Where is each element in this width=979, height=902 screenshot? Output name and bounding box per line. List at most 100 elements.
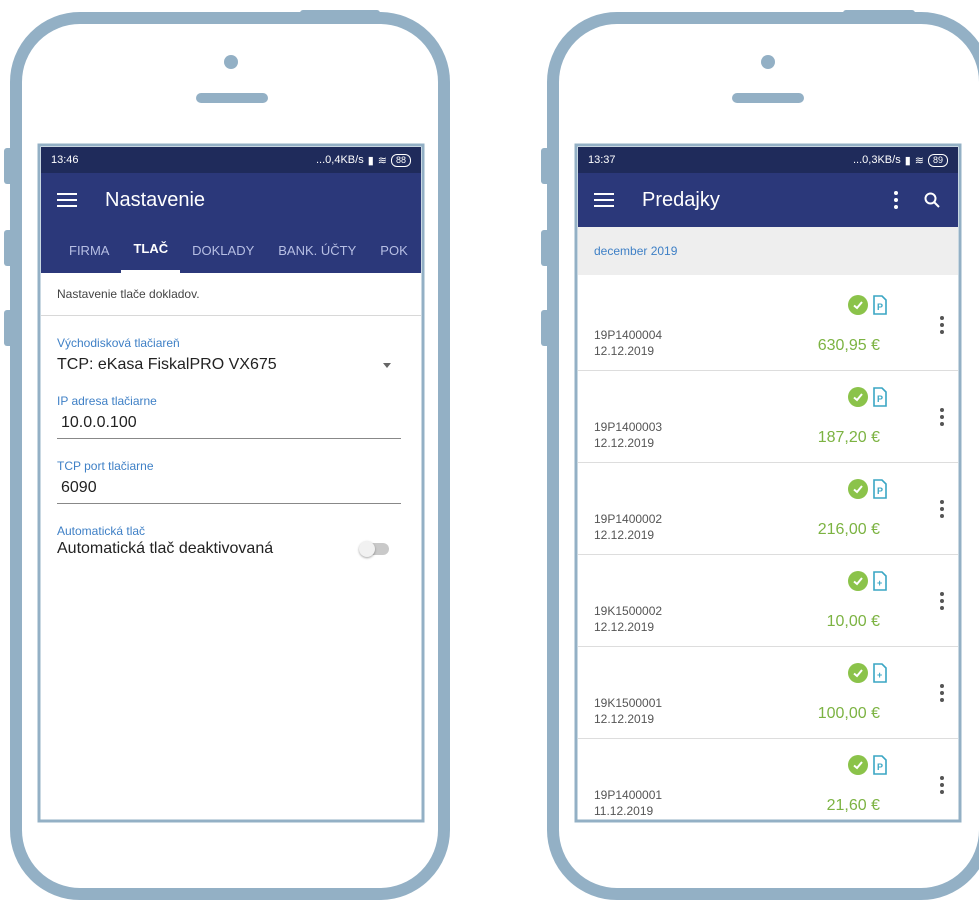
battery-icon: 88 bbox=[390, 153, 411, 167]
signal-icon: ▮ bbox=[367, 154, 374, 167]
ip-label: IP adresa tlačiarne bbox=[57, 394, 157, 408]
printer-label: Východisková tlačiareň bbox=[57, 336, 180, 350]
sale-row[interactable]: + 19K1500001 12.12.2019 100,00 € bbox=[578, 647, 958, 739]
auto-print-field: Automatická tlač Automatická tlač deakti… bbox=[41, 524, 421, 558]
sale-amount: 187,20 € bbox=[817, 429, 880, 446]
port-label: TCP port tlačiarne bbox=[57, 459, 154, 473]
app-bar: Nastavenie bbox=[41, 173, 421, 227]
battery-icon: 89 bbox=[927, 153, 948, 167]
svg-text:P: P bbox=[877, 394, 883, 404]
status-bar: 13:37 ...0,3KB/s ▮ ≋ 89 bbox=[578, 147, 958, 173]
sale-number: 19P1400002 bbox=[594, 512, 663, 526]
sale-number: 19P1400001 bbox=[594, 788, 663, 802]
status-indicators: ...0,4KB/s ▮ ≋ 88 bbox=[316, 153, 411, 167]
document-p-icon: P bbox=[873, 295, 887, 315]
hamburger-menu-icon[interactable] bbox=[594, 193, 614, 207]
sale-date: 12.12.2019 bbox=[594, 436, 655, 450]
sale-status-icons: + bbox=[848, 571, 888, 591]
document-add-icon: + bbox=[873, 571, 887, 591]
document-add-icon: + bbox=[873, 663, 887, 683]
sale-date: 12.12.2019 bbox=[594, 620, 655, 634]
more-options-icon[interactable] bbox=[940, 408, 944, 426]
sale-number: 19K1500001 bbox=[594, 696, 663, 710]
auto-print-toggle[interactable] bbox=[359, 541, 389, 557]
page-title: Predajky bbox=[642, 188, 720, 211]
status-time: 13:46 bbox=[51, 154, 79, 166]
more-options-icon[interactable] bbox=[940, 776, 944, 794]
screen-right: 13:37 ...0,3KB/s ▮ ≋ 89 Predajky decembe… bbox=[578, 147, 958, 819]
status-bar: 13:46 ...0,4KB/s ▮ ≋ 88 bbox=[41, 147, 421, 173]
sale-amount: 630,95 € bbox=[817, 337, 880, 354]
sale-number: 19P1400004 bbox=[594, 328, 663, 342]
more-options-icon[interactable] bbox=[940, 684, 944, 702]
printer-field: Východisková tlačiareň TCP: eKasa Fiskal… bbox=[41, 336, 421, 374]
more-options-icon[interactable] bbox=[940, 500, 944, 518]
sale-row[interactable]: + 19K1500002 12.12.2019 10,00 € bbox=[578, 555, 958, 647]
port-underline bbox=[57, 503, 401, 504]
auto-print-value: Automatická tlač deaktivovaná bbox=[57, 540, 274, 557]
more-options-icon[interactable] bbox=[940, 316, 944, 334]
svg-text:P: P bbox=[877, 762, 883, 772]
ip-underline bbox=[57, 438, 401, 439]
phone-right: 13:37 ...0,3KB/s ▮ ≋ 89 Predajky decembe… bbox=[537, 0, 979, 902]
auto-print-row: Automatická tlač deaktivovaná bbox=[57, 540, 405, 558]
wifi-icon: ≋ bbox=[914, 154, 924, 167]
tab-pok[interactable]: POK bbox=[368, 227, 419, 273]
sale-amount: 100,00 € bbox=[817, 705, 880, 722]
document-p-icon: P bbox=[873, 479, 887, 499]
tab-doklady[interactable]: DOKLADY bbox=[180, 227, 266, 273]
tab-bank-ucty[interactable]: BANK. ÚČTY bbox=[266, 227, 368, 273]
svg-text:P: P bbox=[877, 302, 883, 312]
sale-date: 12.12.2019 bbox=[594, 344, 655, 358]
sale-date: 12.12.2019 bbox=[594, 712, 655, 726]
network-speed: ...0,3KB/s bbox=[853, 154, 901, 166]
overflow-menu-icon[interactable] bbox=[886, 190, 906, 210]
sales-list: P 19P1400004 12.12.2019 630,95 € P 19P14… bbox=[578, 279, 958, 819]
sale-status-icons: P bbox=[848, 755, 888, 775]
phone-left: 13:46 ...0,4KB/s ▮ ≋ 88 Nastavenie FIRMA… bbox=[0, 0, 460, 902]
sale-status-icons: + bbox=[848, 663, 888, 683]
status-indicators: ...0,3KB/s ▮ ≋ 89 bbox=[853, 153, 948, 167]
app-bar: Predajky bbox=[578, 173, 958, 227]
sale-status-icons: P bbox=[848, 387, 888, 407]
svg-text:+: + bbox=[877, 578, 882, 588]
sale-row[interactable]: P 19P1400002 12.12.2019 216,00 € bbox=[578, 463, 958, 555]
sale-row[interactable]: P 19P1400001 11.12.2019 21,60 € bbox=[578, 739, 958, 819]
document-p-icon: P bbox=[873, 387, 887, 407]
search-icon[interactable] bbox=[922, 190, 942, 210]
check-icon bbox=[848, 295, 868, 315]
month-header: december 2019 bbox=[578, 227, 958, 275]
check-icon bbox=[848, 387, 868, 407]
sale-date: 11.12.2019 bbox=[594, 804, 654, 818]
sale-number: 19K1500002 bbox=[594, 604, 663, 618]
sale-row[interactable]: P 19P1400004 12.12.2019 630,95 € bbox=[578, 279, 958, 371]
tab-firma[interactable]: FIRMA bbox=[57, 227, 121, 273]
dropdown-arrow-icon bbox=[383, 362, 391, 368]
port-input[interactable]: 6090 bbox=[57, 479, 405, 497]
auto-print-label: Automatická tlač bbox=[57, 524, 146, 538]
network-speed: ...0,4KB/s bbox=[316, 154, 364, 166]
tab-bar: FIRMA TLAČ DOKLADY BANK. ÚČTY POK bbox=[41, 227, 421, 273]
status-time: 13:37 bbox=[588, 154, 616, 166]
svg-text:P: P bbox=[877, 486, 883, 496]
check-icon bbox=[848, 571, 868, 591]
more-options-icon[interactable] bbox=[940, 592, 944, 610]
check-icon bbox=[848, 755, 868, 775]
ip-field: IP adresa tlačiarne 10.0.0.100 bbox=[41, 394, 421, 439]
hamburger-menu-icon[interactable] bbox=[57, 193, 77, 207]
sale-amount: 216,00 € bbox=[817, 521, 880, 538]
port-field: TCP port tlačiarne 6090 bbox=[41, 459, 421, 504]
tab-tlac[interactable]: TLAČ bbox=[121, 227, 181, 273]
sale-number: 19P1400003 bbox=[594, 420, 663, 434]
ip-input[interactable]: 10.0.0.100 bbox=[57, 414, 405, 432]
printer-select[interactable]: TCP: eKasa FiskalPRO VX675 bbox=[57, 356, 405, 374]
sale-row[interactable]: P 19P1400003 12.12.2019 187,20 € bbox=[578, 371, 958, 463]
section-description: Nastavenie tlače dokladov. bbox=[41, 273, 421, 316]
svg-text:+: + bbox=[877, 670, 882, 680]
sale-amount: 21,60 € bbox=[826, 797, 880, 814]
sale-status-icons: P bbox=[848, 479, 888, 499]
check-icon bbox=[848, 663, 868, 683]
sale-amount: 10,00 € bbox=[826, 613, 880, 630]
document-p-icon: P bbox=[873, 755, 887, 775]
signal-icon: ▮ bbox=[904, 154, 911, 167]
